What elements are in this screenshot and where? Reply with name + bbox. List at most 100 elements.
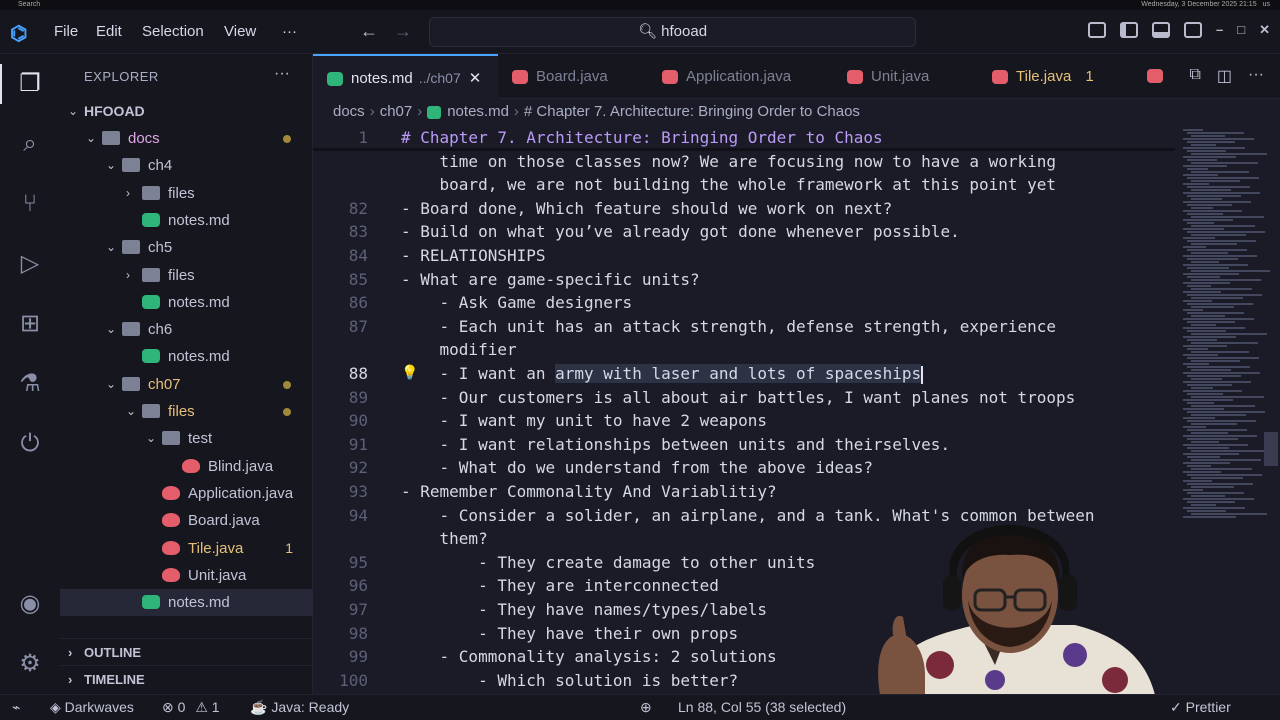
- workspace-root[interactable]: ⌄ HFOOAD: [60, 98, 313, 125]
- minimap-line: [1187, 267, 1229, 269]
- tree-item[interactable]: notes.md: [60, 343, 313, 370]
- search-activity-icon[interactable]: ⌕: [14, 128, 46, 160]
- testing-icon[interactable]: ⚗: [14, 368, 46, 400]
- tree-item[interactable]: notes.md: [60, 289, 313, 316]
- prettier-status[interactable]: ✓ Prettier: [1170, 695, 1231, 720]
- breadcrumb-file[interactable]: notes.md: [447, 103, 509, 120]
- minimap-line: [1183, 138, 1254, 140]
- tab-tile-java[interactable]: Tile.java 1: [978, 54, 1128, 99]
- breadcrumb-symbol[interactable]: # Chapter 7. Architecture: Bringing Orde…: [524, 103, 860, 120]
- minimap-line: [1191, 297, 1243, 299]
- tree-item[interactable]: ⌄ ch5: [60, 234, 313, 261]
- markdown-file-icon: [327, 72, 343, 87]
- system-search-label[interactable]: Search: [18, 1, 40, 8]
- tree-item[interactable]: notes.md: [60, 589, 313, 617]
- run-debug-icon[interactable]: ▷: [14, 248, 46, 280]
- tree-item[interactable]: ⌄ test: [60, 425, 313, 452]
- tab-unit-java[interactable]: Unit.java: [833, 54, 978, 99]
- minimap-line: [1183, 435, 1257, 437]
- maximize-icon[interactable]: □: [1237, 22, 1245, 38]
- toggle-secondary-sidebar-icon[interactable]: [1184, 22, 1202, 38]
- warning-icon: ⚠: [195, 699, 212, 715]
- minimap-line: [1187, 303, 1253, 305]
- minimap-line: [1183, 426, 1206, 428]
- extensions-icon[interactable]: ⊞: [14, 308, 46, 340]
- menu-edit[interactable]: Edit: [96, 23, 122, 40]
- chevron-right-icon: ›: [68, 645, 73, 660]
- line-text: - Board done, Which feature should we wo…: [401, 198, 893, 218]
- menu-selection[interactable]: Selection: [142, 23, 204, 40]
- tree-item-label: notes.md: [168, 594, 230, 612]
- tree-item[interactable]: notes.md: [60, 207, 313, 234]
- tab-notes-md[interactable]: notes.md ../ch07 ✕: [313, 54, 498, 99]
- tree-item[interactable]: Application.java: [60, 480, 313, 507]
- tree-item[interactable]: › files: [60, 180, 313, 207]
- timeline-section[interactable]: › TIMELINE: [60, 665, 313, 692]
- tree-item[interactable]: Unit.java: [60, 562, 313, 589]
- breadcrumb-ch07[interactable]: ch07: [380, 103, 413, 120]
- explorer-icon[interactable]: ❐: [14, 68, 46, 100]
- tree-item[interactable]: Blind.java: [60, 453, 313, 480]
- java-status[interactable]: ☕ Java: Ready: [250, 695, 349, 720]
- tree-item[interactable]: ⌄ ch4: [60, 152, 313, 179]
- zoom-icon[interactable]: ⊕: [640, 695, 652, 720]
- tree-item[interactable]: Board.java: [60, 507, 313, 534]
- system-locale[interactable]: us: [1263, 1, 1270, 8]
- tab-application-java[interactable]: Application.java: [648, 54, 833, 99]
- tree-item[interactable]: ⌄ ch6: [60, 316, 313, 343]
- settings-gear-icon[interactable]: ⚙: [14, 648, 46, 680]
- source-control-icon[interactable]: ⑂: [14, 188, 46, 220]
- minimize-icon[interactable]: –: [1216, 22, 1223, 38]
- system-clock[interactable]: Wednesday, 3 December 2025 21:15: [1141, 1, 1256, 8]
- minimap-line: [1183, 264, 1248, 266]
- command-search-box[interactable]: 🔍︎ hfooad: [429, 17, 916, 47]
- more-actions-icon[interactable]: ···: [1248, 66, 1264, 86]
- scrollbar-thumb[interactable]: [1264, 432, 1278, 466]
- tree-item-label: ch6: [148, 321, 173, 339]
- tree-item[interactable]: › files: [60, 262, 313, 289]
- close-window-icon[interactable]: ✕: [1259, 22, 1270, 38]
- tree-item-label: notes.md: [168, 211, 230, 229]
- breadcrumb-docs[interactable]: docs: [333, 103, 365, 120]
- menu-more[interactable]: ···: [282, 23, 297, 40]
- tree-item[interactable]: ⌄ ch07: [60, 371, 313, 398]
- minimap[interactable]: [1175, 125, 1280, 694]
- forward-arrow-icon[interactable]: →: [394, 21, 412, 42]
- title-menu-bar: ⌬ File Edit Selection View ··· ← → 🔍︎ hf…: [0, 10, 1280, 54]
- explorer-sidebar: EXPLORER ··· ⌄ HFOOAD ⌄ docs ⌄ ch4 › files not…: [60, 54, 313, 694]
- toggle-panel-icon[interactable]: [1152, 22, 1170, 38]
- chevron-down-icon: ⌄: [106, 322, 117, 337]
- minimap-line: [1187, 375, 1241, 377]
- open-preview-icon[interactable]: ⧉: [1189, 66, 1200, 86]
- line-number: 92: [348, 458, 368, 478]
- remote-indicator-icon[interactable]: ⌁: [12, 695, 20, 720]
- java-file-icon: [182, 458, 200, 473]
- tree-item[interactable]: ⌄ docs: [60, 125, 313, 152]
- outline-section[interactable]: › OUTLINE: [60, 638, 313, 665]
- folder-icon: [142, 185, 160, 200]
- minimap-line: [1191, 477, 1243, 479]
- tree-item[interactable]: ⌄ files: [60, 398, 313, 425]
- minimap-line: [1183, 444, 1248, 446]
- layout-customize-icon[interactable]: [1088, 22, 1106, 38]
- modified-dot: [283, 408, 291, 416]
- power-icon[interactable]: ⏻: [14, 428, 46, 460]
- minimap-line: [1187, 321, 1235, 323]
- split-editor-icon[interactable]: ◫: [1217, 66, 1232, 86]
- theme-indicator[interactable]: ◈ Darkwaves: [50, 695, 134, 720]
- menu-view[interactable]: View: [224, 23, 256, 40]
- menu-file[interactable]: File: [54, 23, 78, 40]
- problems-indicator[interactable]: ⊗ 0 ⚠ 1: [162, 695, 220, 720]
- toggle-sidebar-icon[interactable]: [1120, 22, 1138, 38]
- timeline-label: TIMELINE: [84, 672, 145, 687]
- close-tab-icon[interactable]: ✕: [469, 70, 482, 87]
- minimap-line: [1191, 468, 1252, 470]
- cursor-position[interactable]: Ln 88, Col 55 (38 selected): [678, 695, 846, 720]
- tree-item[interactable]: Tile.java 1: [60, 535, 313, 562]
- java-file-icon[interactable]: [1147, 69, 1163, 83]
- tab-board-java[interactable]: Board.java: [498, 54, 648, 99]
- account-icon[interactable]: ◉: [14, 588, 46, 620]
- explorer-more-button[interactable]: ···: [274, 65, 290, 83]
- folder-icon: [142, 404, 160, 418]
- back-arrow-icon[interactable]: ←: [360, 21, 378, 42]
